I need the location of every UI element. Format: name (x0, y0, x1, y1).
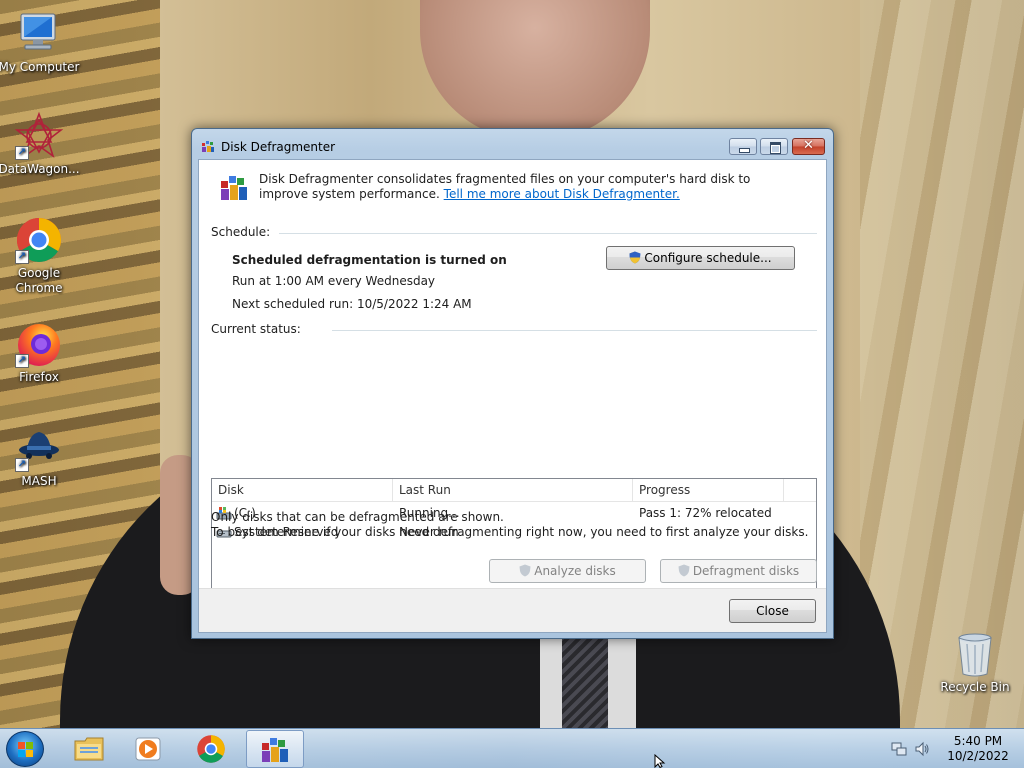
defragment-disks-label: Defragment disks (692, 564, 800, 578)
analyze-disks-label: Analyze disks (534, 564, 616, 578)
desktop-icon-label: My Computer (0, 60, 80, 74)
schedule-run-at: Run at 1:00 AM every Wednesday (232, 274, 436, 288)
media-player-icon (135, 737, 161, 761)
info-note-analyze: To best determine if your disks need def… (211, 525, 809, 539)
tell-me-more-link[interactable]: Tell me more about Disk Defragmenter. (444, 187, 680, 201)
info-note-shown-disks: Only disks that can be defragmented are … (211, 510, 504, 524)
start-orb-icon[interactable] (6, 731, 44, 767)
uac-shield-icon (678, 564, 690, 577)
disk-defragmenter-window: Disk Defragmenter ✕ Disk Defragmenter co… (191, 128, 834, 639)
defragment-disks-button[interactable]: Defragment disks (660, 559, 817, 583)
close-icon: ✕ (803, 138, 814, 153)
clock[interactable]: 5:40 PM 10/2/2022 (938, 734, 1018, 764)
configure-schedule-label: Configure schedule... (644, 251, 772, 265)
file-explorer-icon (74, 737, 104, 761)
taskbar-disk-defragmenter[interactable] (246, 730, 304, 768)
intro-description: Disk Defragmenter consolidates fragmente… (259, 172, 799, 202)
minimize-button[interactable] (729, 138, 757, 155)
desktop-icon-label: Recycle Bin (940, 680, 1010, 694)
chrome-icon: ↗ (15, 216, 63, 264)
desktop-icon-my-computer[interactable]: My Computer (0, 10, 81, 75)
column-header-disk[interactable]: Disk (212, 479, 393, 502)
firefox-icon: ↗ (15, 320, 63, 368)
taskbar: 5:40 PM 10/2/2022 (0, 728, 1024, 768)
dialog-content: Disk Defragmenter consolidates fragmente… (198, 159, 827, 633)
window-title: Disk Defragmenter (221, 140, 336, 154)
mash-icon: ↗ (15, 424, 63, 472)
close-window-button[interactable]: ✕ (792, 138, 825, 155)
uac-shield-icon (629, 251, 641, 264)
close-button[interactable]: Close (729, 599, 816, 623)
shortcut-arrow-icon: ↗ (15, 458, 29, 472)
schedule-divider (279, 233, 817, 234)
clock-time: 5:40 PM (953, 734, 1003, 748)
desktop-icon-mash[interactable]: ↗ MASH (0, 424, 81, 489)
datawagon-icon: ↗ (14, 111, 64, 160)
chrome-icon (197, 735, 225, 763)
column-header-last-run[interactable]: Last Run (393, 479, 633, 502)
schedule-status: Scheduled defragmentation is turned on (232, 253, 507, 267)
shortcut-arrow-icon: ↗ (15, 146, 29, 160)
column-header-progress[interactable]: Progress (633, 479, 784, 502)
volume-icon[interactable] (914, 741, 930, 757)
desktop-icon-datawagon[interactable]: ↗ DataWagon... (0, 111, 81, 177)
desktop-icon-label: DataWagon... (0, 162, 80, 176)
schedule-next-run: Next scheduled run: 10/5/2022 1:24 AM (232, 297, 472, 311)
taskbar-media-player[interactable] (120, 730, 178, 768)
configure-schedule-button[interactable]: Configure schedule... (606, 246, 795, 270)
uac-shield-icon (519, 564, 531, 577)
system-tray: 5:40 PM 10/2/2022 (886, 729, 1024, 768)
disk-list-header: Disk Last Run Progress (212, 479, 816, 502)
disk-progress: Pass 1: 72% relocated (639, 506, 772, 520)
desktop-icon-label: Google Chrome (15, 266, 63, 295)
title-bar[interactable]: Disk Defragmenter ✕ (192, 129, 833, 159)
recycle-bin-icon (951, 630, 999, 678)
disk-defragmenter-icon (221, 176, 247, 200)
computer-icon (15, 10, 63, 58)
network-icon[interactable] (891, 741, 907, 757)
disk-defragmenter-icon (262, 738, 288, 762)
desktop-icon-label: Firefox (19, 370, 59, 384)
analyze-disks-button[interactable]: Analyze disks (489, 559, 646, 583)
maximize-button[interactable] (760, 138, 788, 155)
wallpaper-tie (562, 630, 608, 728)
desktop-icon-firefox[interactable]: ↗ Firefox (0, 320, 81, 385)
desktop-icon-label: MASH (21, 474, 57, 488)
shortcut-arrow-icon: ↗ (15, 250, 29, 264)
disk-defragmenter-icon (202, 141, 214, 152)
current-status-divider (332, 330, 817, 331)
mouse-cursor-icon (654, 754, 666, 768)
shortcut-arrow-icon: ↗ (15, 354, 29, 368)
current-status-label: Current status: (211, 322, 301, 336)
desktop-icon-recycle-bin[interactable]: Recycle Bin (933, 630, 1017, 695)
taskbar-file-explorer[interactable] (60, 730, 118, 768)
taskbar-chrome[interactable] (183, 730, 241, 768)
schedule-label: Schedule: (211, 225, 271, 239)
desktop-icon-google-chrome[interactable]: ↗ Google Chrome (0, 216, 81, 296)
wallpaper-gilt-right (860, 0, 1024, 728)
clock-date: 10/2/2022 (947, 749, 1009, 763)
